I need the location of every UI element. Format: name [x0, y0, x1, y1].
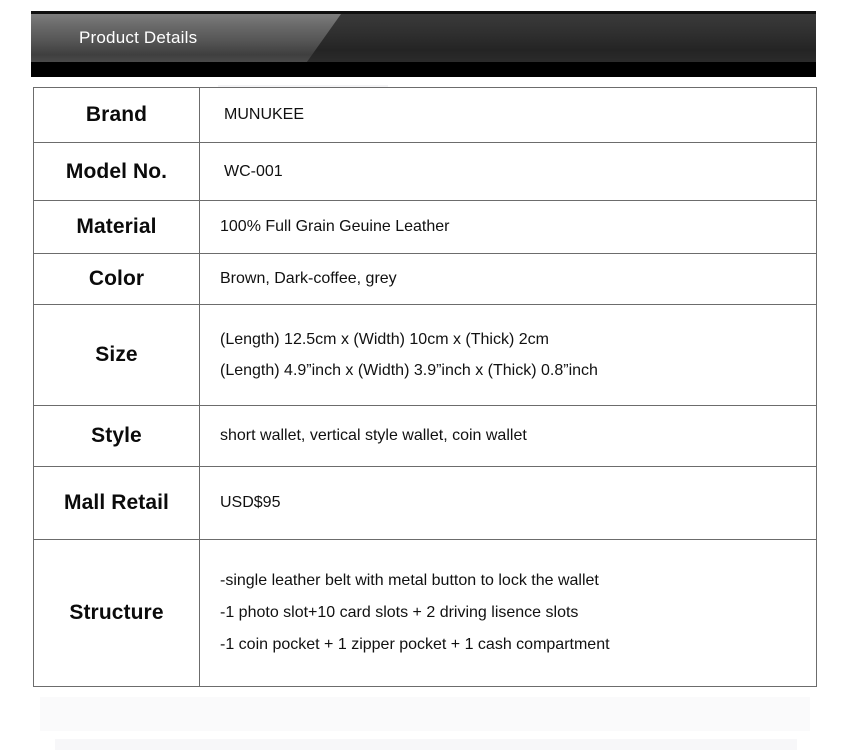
scan-artifact: [40, 697, 810, 731]
product-spec-table: Brand MUNUKEE Model No. WC-001 Material …: [33, 87, 817, 687]
table-row: Model No. WC-001: [33, 142, 817, 201]
spec-value-line: -1 photo slot+10 card slots + 2 driving …: [220, 604, 579, 621]
spec-value-style: short wallet, vertical style wallet, coi…: [199, 405, 817, 467]
spec-value-line: -single leather belt with metal button t…: [220, 572, 599, 589]
spec-value-line: short wallet, vertical style wallet, coi…: [220, 427, 527, 445]
spec-label-brand: Brand: [33, 87, 200, 143]
spec-label-mall-retail: Mall Retail: [33, 466, 200, 540]
table-row: Size (Length) 12.5cm x (Width) 10cm x (T…: [33, 304, 817, 406]
spec-label-structure: Structure: [33, 539, 200, 687]
product-details-page: Product Details Brand MUNUKEE Model No. …: [0, 0, 852, 750]
spec-label-style: Style: [33, 405, 200, 467]
spec-value-line: -1 coin pocket + 1 zipper pocket + 1 cas…: [220, 636, 610, 653]
table-row: Material 100% Full Grain Geuine Leather: [33, 200, 817, 254]
spec-value-line: (Length) 4.9”inch x (Width) 3.9”inch x (…: [220, 362, 598, 379]
table-row: Style short wallet, vertical style walle…: [33, 405, 817, 467]
spec-value-model-no: WC-001: [199, 142, 817, 201]
spec-value-material: 100% Full Grain Geuine Leather: [199, 200, 817, 254]
spec-value-color: Brown, Dark-coffee, grey: [199, 253, 817, 305]
scan-artifact: [55, 739, 797, 750]
spec-value-mall-retail: USD$95: [199, 466, 817, 540]
spec-value-line: (Length) 12.5cm x (Width) 10cm x (Thick)…: [220, 330, 549, 348]
product-details-banner: Product Details: [31, 11, 816, 77]
spec-value-size: (Length) 12.5cm x (Width) 10cm x (Thick)…: [199, 304, 817, 406]
spec-value-line: USD$95: [220, 494, 281, 512]
table-row: Color Brown, Dark-coffee, grey: [33, 253, 817, 305]
table-row: Mall Retail USD$95: [33, 466, 817, 540]
spec-value-line: Brown, Dark-coffee, grey: [220, 270, 397, 288]
spec-label-size: Size: [33, 304, 200, 406]
spec-value-line: MUNUKEE: [224, 106, 305, 124]
spec-label-model-no: Model No.: [33, 142, 200, 201]
spec-value-line: WC-001: [224, 162, 283, 180]
table-row: Brand MUNUKEE: [33, 87, 817, 143]
spec-label-color: Color: [33, 253, 200, 305]
spec-table-body: Brand MUNUKEE Model No. WC-001 Material …: [33, 87, 817, 687]
spec-value-brand: MUNUKEE: [199, 87, 817, 143]
banner-black-strip: [31, 62, 816, 77]
table-row: Structure -single leather belt with meta…: [33, 539, 817, 687]
banner-title: Product Details: [79, 28, 198, 47]
spec-value-line: 100% Full Grain Geuine Leather: [220, 218, 450, 236]
spec-value-structure: -single leather belt with metal button t…: [199, 539, 817, 687]
spec-label-material: Material: [33, 200, 200, 254]
banner-body: Product Details: [31, 14, 816, 62]
